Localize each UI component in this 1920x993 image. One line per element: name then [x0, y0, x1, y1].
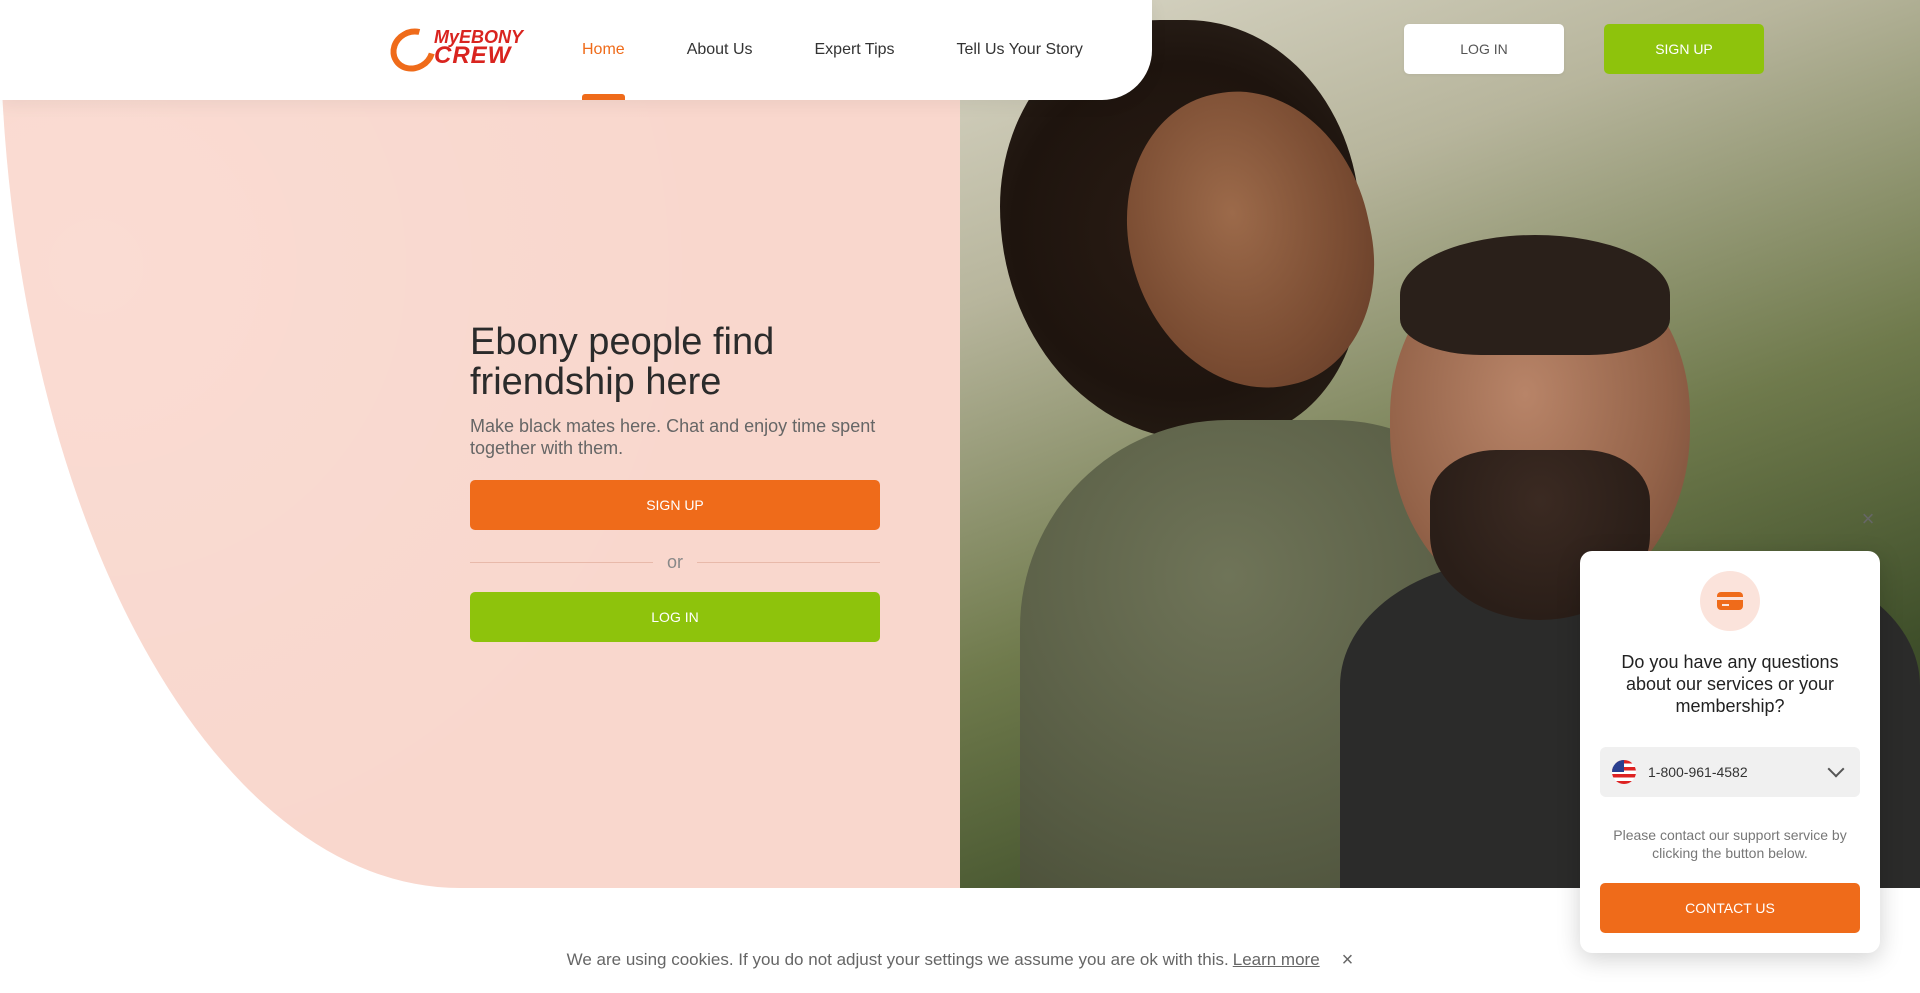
phone-number: 1-800-961-4582: [1648, 764, 1748, 780]
page: Ebony people find friendship here Make b…: [0, 0, 1920, 993]
divider-line: [470, 561, 653, 563]
cookie-text: We are using cookies. If you do not adju…: [566, 950, 1229, 969]
phone-select[interactable]: 1-800-961-4582: [1600, 747, 1860, 797]
popup-close-icon[interactable]: ×: [1855, 506, 1881, 532]
header-login-button[interactable]: LOG IN: [1404, 24, 1564, 74]
hero-title: Ebony people find friendship here: [470, 321, 775, 403]
us-flag-icon: [1612, 760, 1636, 784]
header-signup-button[interactable]: SIGN UP: [1604, 24, 1764, 74]
cookie-close-icon[interactable]: ×: [1342, 949, 1354, 972]
logo-text-bottom: CREW: [434, 42, 512, 69]
popup-icon-circle: [1700, 571, 1760, 631]
hero-login-button[interactable]: LOG IN: [470, 592, 880, 642]
divider-line: [697, 561, 881, 563]
hero-subtitle: Make black mates here. Chat and enjoy ti…: [470, 416, 876, 458]
chevron-down-icon: [1827, 760, 1845, 778]
nav-item-expert-tips[interactable]: Expert Tips: [815, 0, 895, 100]
hero-signup-button[interactable]: SIGN UP: [470, 480, 880, 530]
header: MyEBONY CREW Home About Us Expert Tips T…: [0, 0, 1152, 100]
popup-text: Please contact our support service by cl…: [1613, 827, 1847, 861]
logo[interactable]: MyEBONY CREW: [382, 20, 534, 80]
nav-item-tell-us-your-story[interactable]: Tell Us Your Story: [957, 0, 1083, 100]
or-label: or: [667, 551, 684, 572]
learn-more-link[interactable]: Learn more: [1233, 950, 1320, 970]
cookie-bar: We are using cookies. If you do not adju…: [0, 940, 1920, 980]
nav-item-about-us[interactable]: About Us: [687, 0, 753, 100]
logo-text: MyEBONY CREW: [434, 28, 523, 68]
support-popup: Do you have any questions about our serv…: [1580, 551, 1880, 953]
contact-us-button[interactable]: CONTACT US: [1600, 883, 1860, 933]
popup-title: Do you have any questions about our serv…: [1621, 652, 1839, 716]
main-nav: Home About Us Expert Tips Tell Us Your S…: [582, 0, 1145, 100]
photo-man-hair: [1400, 235, 1670, 355]
or-divider: or: [470, 550, 881, 574]
nav-item-home[interactable]: Home: [582, 0, 625, 100]
credit-card-icon: [1717, 592, 1743, 610]
